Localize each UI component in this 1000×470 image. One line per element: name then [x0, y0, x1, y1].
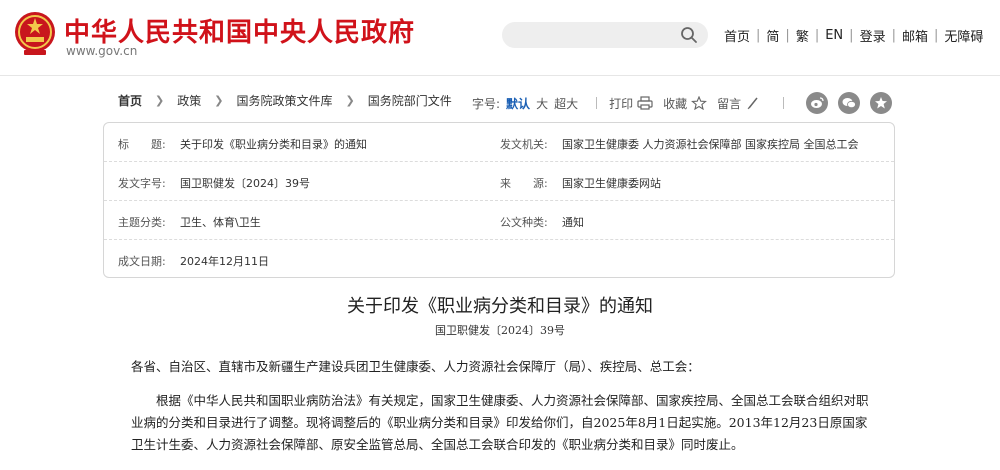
- tool-divider: [783, 97, 785, 109]
- issuer-label: 发文机关:: [500, 138, 548, 151]
- source-value: 国家卫生健康委网站: [562, 177, 661, 190]
- breadcrumb-department-docs[interactable]: 国务院部门文件: [368, 92, 452, 109]
- issuer-value: 国家卫生健康委 人力资源社会保障部 国家疾控局 全国总工会: [562, 138, 859, 151]
- print-button[interactable]: 打印: [609, 95, 633, 112]
- nav-mail[interactable]: 邮箱: [896, 26, 934, 45]
- info-row-title: 标 题: 关于印发《职业病分类和目录》的通知 发文机关: 国家卫生健康委 人力资…: [104, 123, 894, 162]
- docno-label: 发文字号:: [118, 177, 166, 190]
- national-emblem-icon[interactable]: [14, 10, 56, 56]
- docno-value: 国卫职健发〔2024〕39号: [180, 177, 310, 190]
- wechat-icon: [842, 98, 857, 109]
- info-row-topic: 主题分类: 卫生、体育\卫生 公文种类: 通知: [104, 201, 894, 240]
- topic-label: 主题分类:: [118, 216, 166, 229]
- print-icon[interactable]: [637, 96, 653, 110]
- nav-login[interactable]: 登录: [854, 26, 892, 45]
- search-input[interactable]: [502, 22, 708, 48]
- qzone-share-button[interactable]: [870, 92, 893, 114]
- breadcrumb-policy-library[interactable]: 国务院政策文件库: [236, 92, 332, 109]
- document-info-box: 标 题: 关于印发《职业病分类和目录》的通知 发文机关: 国家卫生健康委 人力资…: [103, 122, 895, 278]
- doctype-value: 通知: [562, 216, 584, 229]
- nav-simplified[interactable]: 简: [760, 26, 785, 45]
- breadcrumb-policy[interactable]: 政策: [177, 92, 201, 109]
- weibo-icon: [811, 97, 824, 108]
- info-row-docno: 发文字号: 国卫职健发〔2024〕39号 来 源: 国家卫生健康委网站: [104, 162, 894, 201]
- doctype-label: 公文种类:: [500, 216, 548, 229]
- breadcrumb-home[interactable]: 首页: [118, 92, 142, 109]
- weibo-share-button[interactable]: [806, 92, 829, 114]
- nav-english[interactable]: EN: [819, 28, 849, 43]
- chevron-right-icon: ❯: [345, 94, 355, 107]
- comment-button[interactable]: 留言: [717, 95, 741, 112]
- top-nav: 首页 | 简 | 繁 | EN | 登录 | 邮箱 | 无障碍: [718, 26, 989, 45]
- site-url: www.gov.cn: [66, 44, 138, 58]
- font-size-default[interactable]: 默认: [506, 95, 530, 112]
- favorite-button[interactable]: 收藏: [663, 95, 687, 112]
- topic-value: 卫生、体育\卫生: [180, 216, 261, 229]
- article-tools: 字号: 默认 大 超大 打印 收藏 留言: [472, 92, 893, 114]
- font-size-large[interactable]: 大: [536, 95, 548, 112]
- chevron-right-icon: ❯: [214, 94, 224, 107]
- nav-accessibility[interactable]: 无障碍: [938, 26, 989, 45]
- breadcrumb: 首页 ❯ 政策 ❯ 国务院政策文件库 ❯ 国务院部门文件: [118, 92, 452, 109]
- font-size-label: 字号:: [472, 96, 501, 111]
- date-value: 2024年12月11日: [180, 255, 269, 268]
- nav-traditional[interactable]: 繁: [790, 26, 815, 45]
- chevron-right-icon: ❯: [155, 94, 165, 107]
- info-row-date: 成文日期: 2024年12月11日: [104, 240, 894, 279]
- font-size-xlarge[interactable]: 超大: [554, 95, 578, 112]
- pen-icon[interactable]: [745, 96, 761, 110]
- site-header: 中华人民共和国中央人民政府 www.gov.cn 首页 | 简 | 繁 | EN…: [0, 0, 1000, 76]
- title-label: 标 题:: [118, 138, 166, 151]
- article-salutation: 各省、自治区、直辖市及新疆生产建设兵团卫生健康委、人力资源社会保障厅（局）、疾控…: [131, 359, 700, 374]
- article-body: 根据《中华人民共和国职业病防治法》有关规定，国家卫生健康委、人力资源社会保障部、…: [131, 393, 869, 452]
- star-icon[interactable]: [691, 96, 708, 110]
- qzone-icon: [875, 97, 888, 109]
- source-label: 来 源:: [500, 177, 548, 190]
- wechat-share-button[interactable]: [838, 92, 861, 114]
- nav-home[interactable]: 首页: [718, 26, 756, 45]
- tool-divider: [596, 97, 598, 109]
- search-icon[interactable]: [680, 26, 698, 44]
- title-value: 关于印发《职业病分类和目录》的通知: [180, 138, 367, 151]
- article-title: 关于印发《职业病分类和目录》的通知: [347, 296, 653, 317]
- date-label: 成文日期:: [118, 255, 166, 268]
- article-docno: 国卫职健发〔2024〕39号: [435, 324, 565, 337]
